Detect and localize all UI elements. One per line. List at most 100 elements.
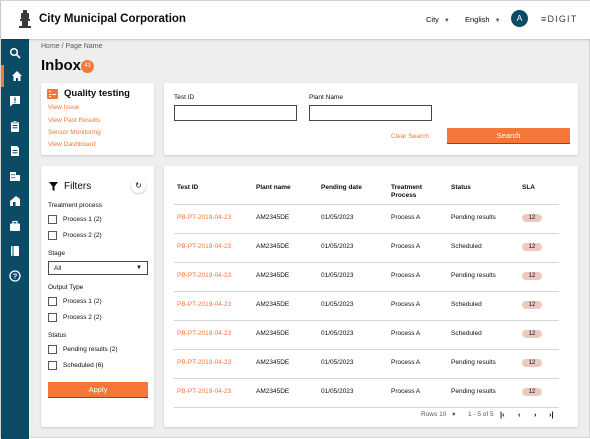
test-id-link[interactable]: PB-PT-2019-04-23	[177, 214, 231, 221]
row-divider	[174, 262, 559, 263]
test-id-link[interactable]: PB-PT-2019-04-23	[177, 388, 231, 395]
stage-label: Stage	[48, 250, 65, 257]
status-cell: Scheduled	[451, 301, 482, 308]
pending-date-cell: 01/05/2023	[321, 388, 354, 395]
language-dropdown[interactable]: English ▼	[465, 15, 501, 24]
rows-value: 10	[439, 411, 447, 418]
treatment-process-cell: Process A	[391, 214, 421, 221]
filters-card: Filters ↻ Treatment process Process 1 (2…	[41, 166, 154, 427]
test-id-link[interactable]: PB-PT-2019-04-23	[177, 243, 231, 250]
status-scheduled-checkbox[interactable]	[48, 361, 57, 370]
status-label: Status	[48, 332, 67, 339]
treatment-process-cell: Process A	[391, 330, 421, 337]
test-id-input[interactable]	[174, 105, 297, 121]
view-issue-link[interactable]: View Issue	[48, 104, 79, 111]
document-icon	[11, 146, 19, 156]
pending-date-cell: 01/05/2023	[321, 214, 354, 221]
output-type-label: Output Type	[48, 284, 84, 291]
previous-page-icon[interactable]: ‹	[518, 410, 521, 419]
sidebar-item-tasks[interactable]	[1, 115, 29, 137]
sla-badge: 12	[522, 358, 542, 367]
digit-logo: ≡DIGIT	[541, 14, 578, 24]
plant-name-cell: AM2345DE	[256, 388, 290, 395]
quality-testing-card: Quality testing View Issue View Past Res…	[41, 83, 154, 155]
sensor-monitoring-link[interactable]: Sensor Monitoring	[48, 129, 101, 136]
page-title: Inbox	[41, 57, 81, 74]
sidebar-item-property[interactable]	[1, 190, 29, 212]
column-header-sla: SLA	[522, 184, 535, 191]
status-pending-checkbox[interactable]	[48, 345, 57, 354]
row-divider	[174, 349, 559, 350]
treatment-process-2-checkbox[interactable]	[48, 231, 57, 240]
clear-search-link[interactable]: Clear Search	[391, 133, 429, 140]
treatment-process-1-checkbox[interactable]	[48, 215, 57, 224]
sidebar-item-buildings[interactable]	[1, 165, 29, 187]
plant-name-input[interactable]	[309, 105, 432, 121]
city-dropdown[interactable]: City ▼	[426, 15, 450, 24]
sidebar-item-help[interactable]: ?	[1, 265, 29, 287]
sidebar-item-documents[interactable]	[1, 140, 29, 162]
next-page-icon[interactable]: ›	[534, 410, 537, 419]
last-page-icon[interactable]: ›|	[549, 410, 554, 419]
view-past-results-link[interactable]: View Past Results	[48, 117, 100, 124]
first-page-icon[interactable]: |‹	[500, 410, 505, 419]
home-icon	[11, 71, 22, 81]
treatment-process-cell: Process A	[391, 243, 421, 250]
checkbox-label: Scheduled (6)	[63, 362, 104, 369]
treatment-process-cell: Process A	[391, 388, 421, 395]
sla-badge: 12	[522, 242, 542, 251]
rows-label: Rows	[421, 411, 438, 418]
avatar[interactable]: A	[511, 10, 528, 27]
sidebar-item-home[interactable]	[1, 65, 29, 87]
refresh-icon[interactable]: ↻	[131, 178, 146, 193]
output-process-2-checkbox[interactable]	[48, 313, 57, 322]
row-divider	[174, 233, 559, 234]
test-id-link[interactable]: PB-PT-2019-04-23	[177, 359, 231, 366]
status-cell: Pending results	[451, 272, 496, 279]
test-id-link[interactable]: PB-PT-2019-04-23	[177, 301, 231, 308]
apply-button[interactable]: Apply	[48, 382, 148, 398]
rows-per-page[interactable]: Rows 10 ▼	[421, 411, 457, 418]
chevron-down-icon: ▼	[136, 265, 142, 271]
view-dashboard-link[interactable]: View Dashboard	[48, 141, 96, 148]
pending-date-cell: 01/05/2023	[321, 243, 354, 250]
status-cell: Pending results	[451, 359, 496, 366]
filter-icon	[49, 182, 58, 191]
sidebar-item-book[interactable]	[1, 240, 29, 262]
language-dropdown-label: English	[465, 15, 490, 24]
page-range: 1 - 5 of 5	[468, 411, 494, 418]
sla-badge: 12	[522, 271, 542, 280]
treatment-process-cell: Process A	[391, 301, 421, 308]
quality-testing-icon	[47, 89, 58, 99]
search-button[interactable]: Search	[447, 128, 570, 144]
app-title: City Municipal Corporation	[39, 13, 186, 25]
header-line: Process	[391, 192, 417, 199]
sidebar-item-search[interactable]	[1, 42, 29, 64]
plant-name-cell: AM2345DE	[256, 214, 290, 221]
status-cell: Pending results	[451, 214, 496, 221]
briefcase-icon	[10, 220, 20, 231]
treatment-process-label: Treatment process	[48, 202, 102, 209]
stage-select[interactable]: All ▼	[48, 261, 148, 275]
pending-date-cell: 01/05/2023	[321, 359, 354, 366]
inbox-table-card: Test ID Plant name Pending date Treatmen…	[164, 166, 578, 427]
clipboard-icon	[11, 120, 19, 132]
plant-name-cell: AM2345DE	[256, 301, 290, 308]
breadcrumb[interactable]: Home / Page Name	[41, 43, 102, 50]
sidebar: ?	[1, 39, 29, 439]
checkbox-label: Process 1 (2)	[63, 216, 102, 223]
sidebar-item-work[interactable]	[1, 215, 29, 237]
test-id-link[interactable]: PB-PT-2019-04-23	[177, 330, 231, 337]
plant-name-cell: AM2345DE	[256, 359, 290, 366]
treatment-process-cell: Process A	[391, 359, 421, 366]
column-header-test-id: Test ID	[177, 184, 199, 191]
inbox-count-badge: 43	[81, 60, 94, 73]
search-icon	[9, 47, 21, 59]
sla-badge: 12	[522, 387, 542, 396]
output-process-1-checkbox[interactable]	[48, 297, 57, 306]
column-header-status: Status	[451, 184, 471, 191]
sidebar-item-alerts[interactable]	[1, 90, 29, 112]
test-id-link[interactable]: PB-PT-2019-04-23	[177, 272, 231, 279]
top-bar: City Municipal Corporation City ▼ English…	[1, 1, 590, 39]
plant-name-cell: AM2345DE	[256, 330, 290, 337]
